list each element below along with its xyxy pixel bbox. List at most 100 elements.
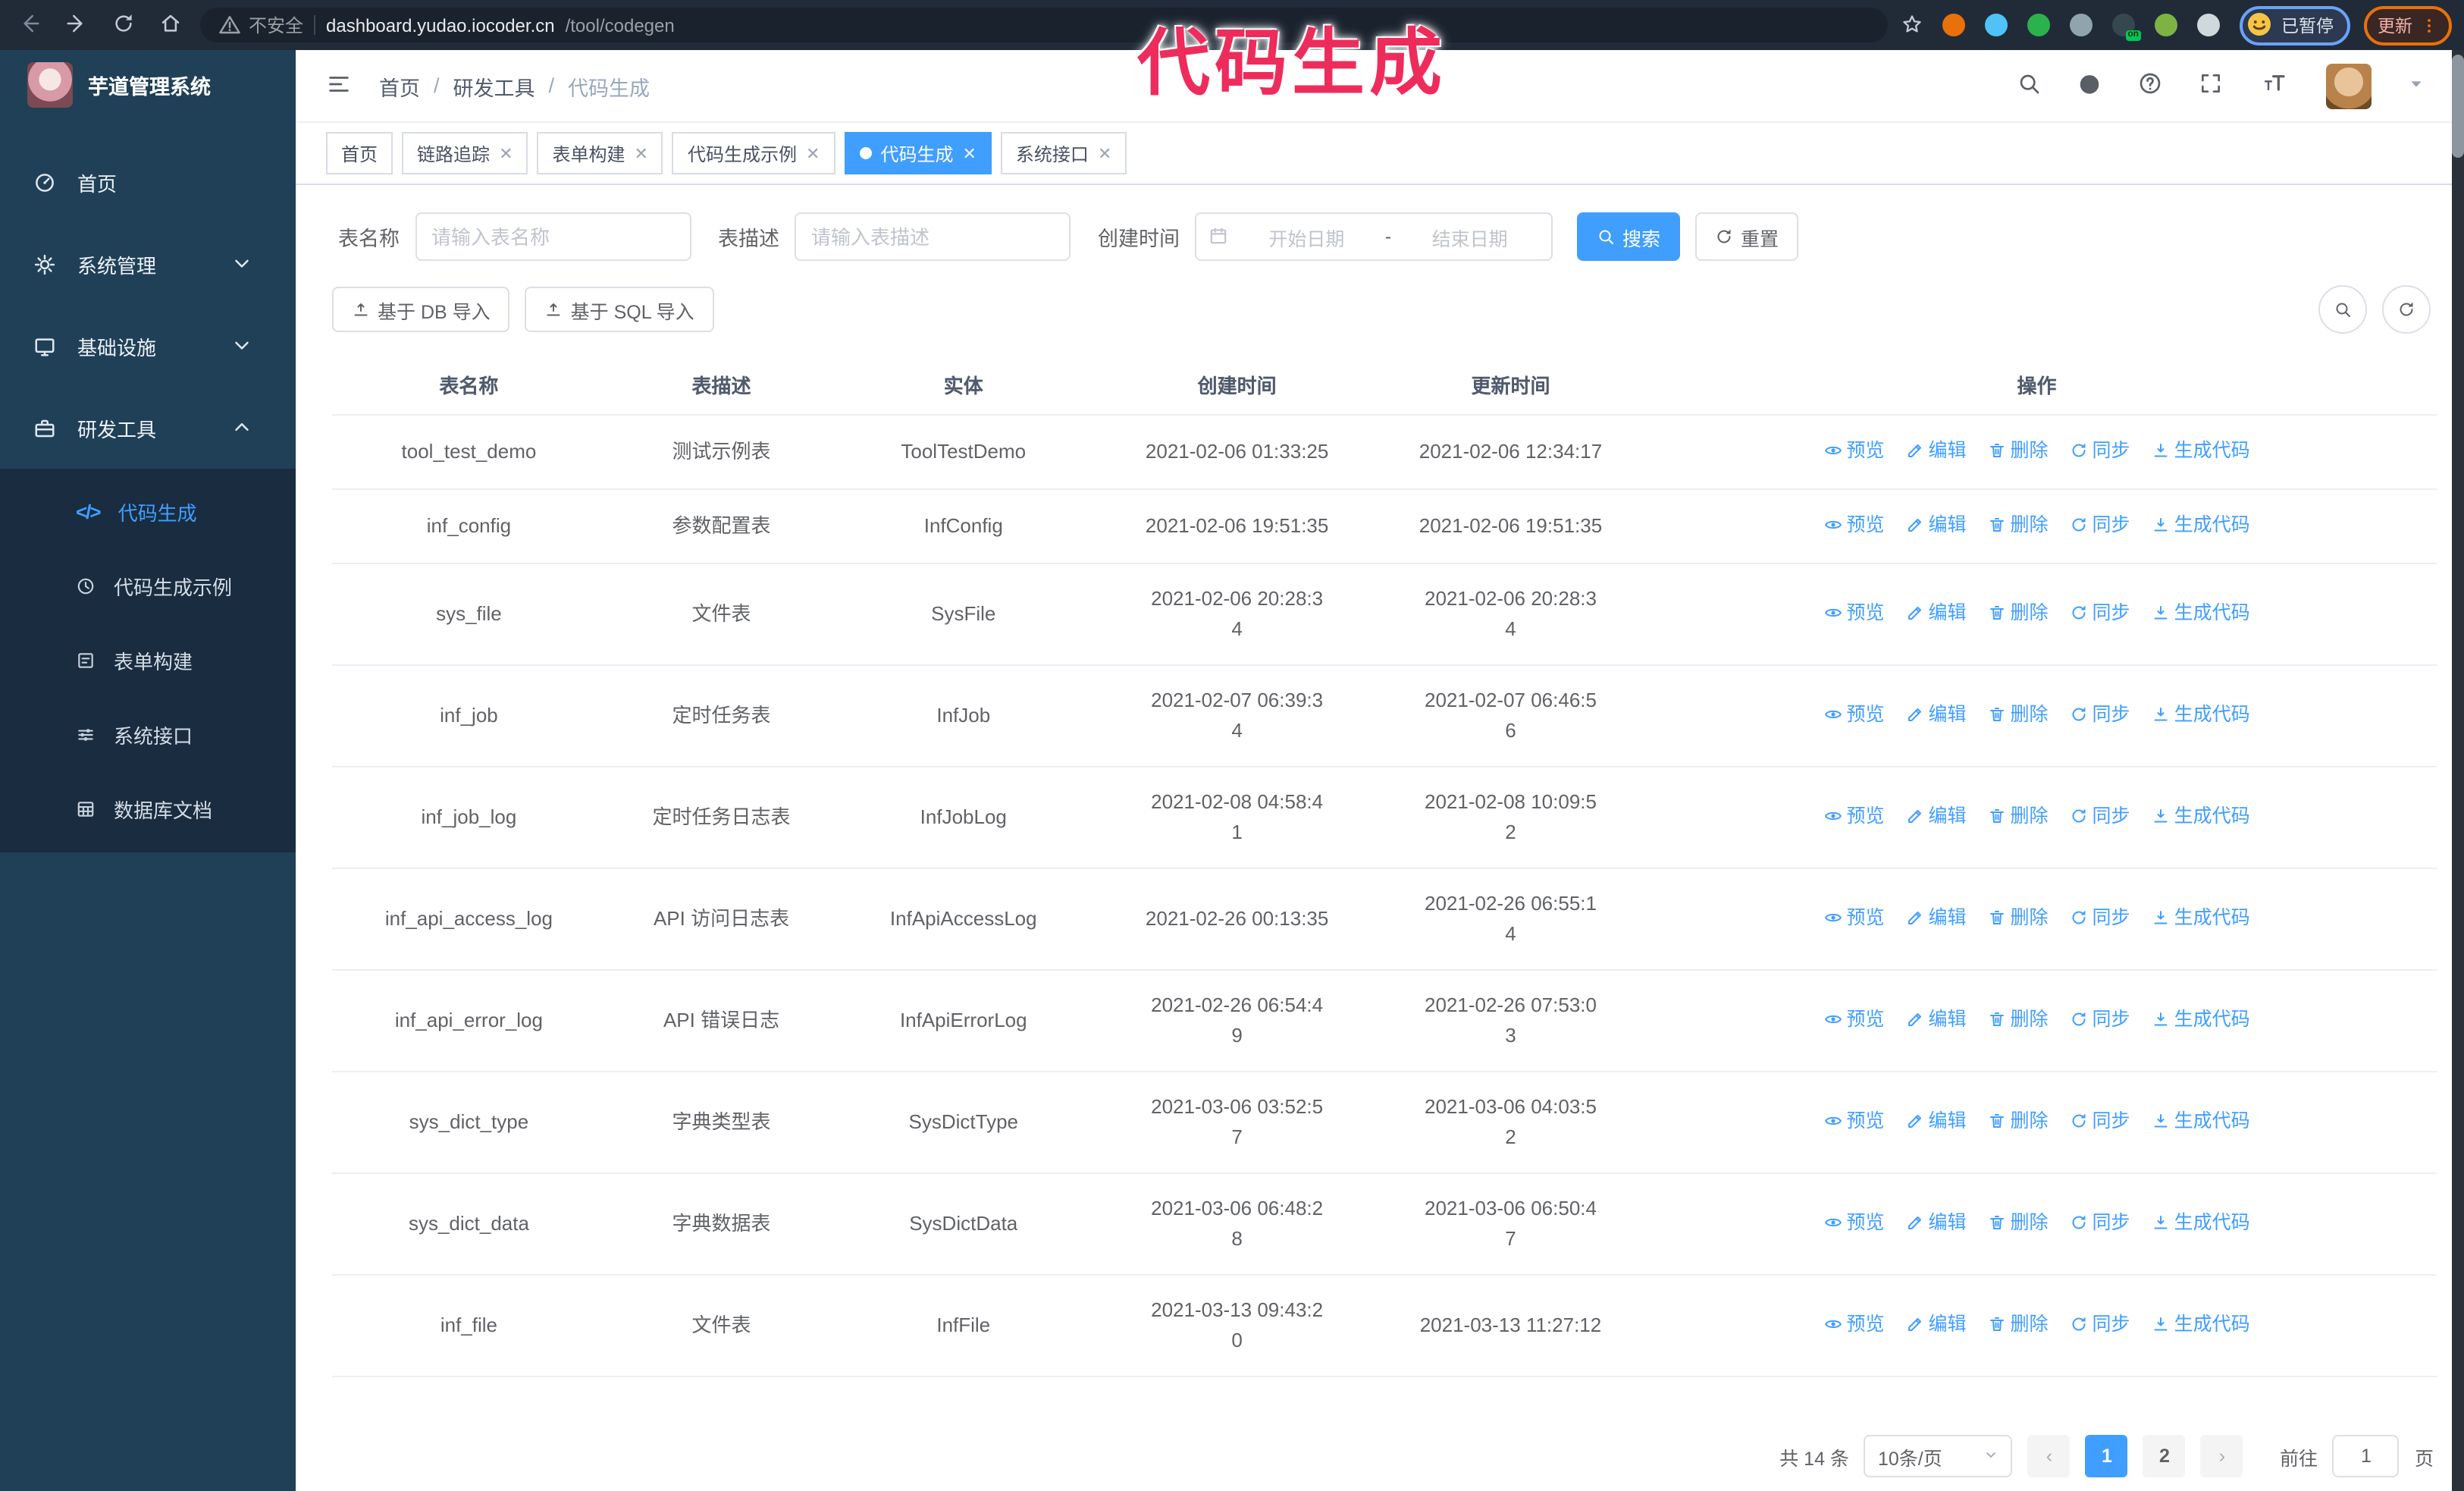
生成代码-link[interactable]: 生成代码 [2152, 801, 2250, 831]
reset-button[interactable]: 重置 [1695, 212, 1799, 261]
close-icon[interactable]: ✕ [962, 143, 976, 163]
github-icon[interactable] [2077, 71, 2102, 100]
tab-系统接口[interactable]: 系统接口 ✕ [1000, 132, 1127, 174]
删除-link[interactable]: 删除 [1988, 510, 2049, 540]
back-icon[interactable] [12, 12, 45, 38]
生成代码-link[interactable]: 生成代码 [2152, 1207, 2250, 1238]
sidebar-subitem-代码生成示例[interactable]: 代码生成示例 [0, 549, 296, 623]
close-icon[interactable]: ✕ [635, 143, 648, 163]
同步-link[interactable]: 同步 [2070, 1106, 2130, 1136]
ext-grid-icon[interactable] [2069, 14, 2092, 36]
tab-链路追踪[interactable]: 链路追踪 ✕ [402, 132, 528, 174]
同步-link[interactable]: 同步 [2070, 801, 2130, 831]
预览-link[interactable]: 预览 [1823, 699, 1884, 730]
编辑-link[interactable]: 编辑 [1905, 902, 1967, 933]
font-size-icon[interactable] [2259, 71, 2290, 100]
ext-dark-on-icon[interactable]: on [2111, 14, 2140, 41]
删除-link[interactable]: 删除 [1988, 801, 2049, 831]
删除-link[interactable]: 删除 [1988, 1004, 2049, 1034]
编辑-link[interactable]: 编辑 [1905, 801, 1967, 831]
import-db-button[interactable]: 基于 DB 导入 [332, 287, 510, 332]
预览-link[interactable]: 预览 [1823, 1207, 1884, 1238]
预览-link[interactable]: 预览 [1823, 598, 1884, 628]
search-icon[interactable] [2017, 71, 2041, 100]
tab-代码生成示例[interactable]: 代码生成示例 ✕ [672, 132, 835, 174]
同步-link[interactable]: 同步 [2070, 1207, 2130, 1238]
删除-link[interactable]: 删除 [1988, 598, 2049, 628]
fullscreen-icon[interactable] [2199, 71, 2223, 100]
forward-icon[interactable] [59, 12, 92, 38]
生成代码-link[interactable]: 生成代码 [2152, 1004, 2250, 1034]
breadcrumb-item[interactable]: 研发工具 [453, 71, 535, 101]
reload-icon[interactable] [106, 12, 140, 38]
close-icon[interactable]: ✕ [806, 143, 820, 163]
删除-link[interactable]: 删除 [1988, 1309, 2049, 1339]
编辑-link[interactable]: 编辑 [1905, 598, 1967, 628]
生成代码-link[interactable]: 生成代码 [2152, 1106, 2250, 1136]
同步-link[interactable]: 同步 [2070, 510, 2130, 540]
ext-green-check-icon[interactable] [2027, 14, 2049, 36]
同步-link[interactable]: 同步 [2070, 598, 2130, 628]
sidebar-item-系统管理[interactable]: 系统管理 [0, 223, 296, 305]
编辑-link[interactable]: 编辑 [1905, 1106, 1967, 1136]
ext-blue-drop-icon[interactable] [1984, 14, 2007, 36]
hamburger-icon[interactable] [326, 71, 352, 101]
删除-link[interactable]: 删除 [1988, 1207, 2049, 1238]
同步-link[interactable]: 同步 [2070, 699, 2130, 730]
预览-link[interactable]: 预览 [1823, 1004, 1884, 1034]
prev-page-button[interactable]: ‹ [2027, 1435, 2071, 1477]
refresh-table-button[interactable] [2382, 285, 2431, 334]
sidebar-subitem-数据库文档[interactable]: 数据库文档 [0, 772, 296, 846]
goto-page-input[interactable] [2332, 1435, 2400, 1477]
home-icon[interactable] [153, 12, 187, 38]
ext-puzzle-icon[interactable] [2196, 14, 2219, 36]
sidebar-item-研发工具[interactable]: 研发工具 [0, 387, 296, 469]
编辑-link[interactable]: 编辑 [1905, 435, 1967, 466]
生成代码-link[interactable]: 生成代码 [2152, 1309, 2250, 1339]
ext-orange-icon[interactable] [1942, 14, 1964, 36]
address-bar[interactable]: 不安全 dashboard.yudao.iocoder.cn/tool/code… [200, 8, 1887, 42]
生成代码-link[interactable]: 生成代码 [2152, 598, 2250, 628]
profile-chip[interactable]: 已暂停 [2239, 5, 2350, 45]
import-sql-button[interactable]: 基于 SQL 导入 [525, 287, 714, 332]
sidebar-item-首页[interactable]: 首页 [0, 141, 296, 223]
生成代码-link[interactable]: 生成代码 [2152, 902, 2250, 933]
caret-down-icon[interactable] [2408, 76, 2425, 95]
search-button[interactable]: 搜索 [1577, 212, 1681, 261]
同步-link[interactable]: 同步 [2070, 435, 2130, 466]
page-button-2[interactable]: 2 [2143, 1435, 2186, 1477]
user-avatar[interactable] [2326, 63, 2372, 108]
sidebar-subitem-表单构建[interactable]: 表单构建 [0, 623, 296, 698]
预览-link[interactable]: 预览 [1823, 801, 1884, 831]
table-name-input[interactable] [415, 212, 691, 261]
同步-link[interactable]: 同步 [2070, 1004, 2130, 1034]
tab-表单构建[interactable]: 表单构建 ✕ [537, 132, 663, 174]
删除-link[interactable]: 删除 [1988, 435, 2049, 466]
预览-link[interactable]: 预览 [1823, 1106, 1884, 1136]
sidebar-subitem-系统接口[interactable]: 系统接口 [0, 698, 296, 772]
编辑-link[interactable]: 编辑 [1905, 1004, 1967, 1034]
update-button[interactable]: 更新 [2364, 5, 2452, 45]
bookmark-star-icon[interactable] [1901, 13, 1922, 37]
breadcrumb-item[interactable]: 首页 [379, 71, 420, 101]
toggle-search-button[interactable] [2318, 285, 2367, 334]
more-vertical-icon[interactable] [2420, 16, 2438, 34]
close-icon[interactable]: ✕ [1098, 143, 1111, 163]
生成代码-link[interactable]: 生成代码 [2152, 435, 2250, 466]
生成代码-link[interactable]: 生成代码 [2152, 510, 2250, 540]
编辑-link[interactable]: 编辑 [1905, 699, 1967, 730]
sidebar-subitem-代码生成[interactable]: </> 代码生成 [0, 475, 296, 549]
预览-link[interactable]: 预览 [1823, 510, 1884, 540]
预览-link[interactable]: 预览 [1823, 902, 1884, 933]
date-range-picker[interactable]: 开始日期 - 结束日期 [1195, 212, 1553, 261]
help-icon[interactable] [2138, 71, 2162, 100]
编辑-link[interactable]: 编辑 [1905, 510, 1967, 540]
预览-link[interactable]: 预览 [1823, 1309, 1884, 1339]
生成代码-link[interactable]: 生成代码 [2152, 699, 2250, 730]
scrollbar-thumb[interactable] [2452, 55, 2464, 158]
next-page-button[interactable]: › [2200, 1435, 2243, 1477]
删除-link[interactable]: 删除 [1988, 699, 2049, 730]
sidebar-item-基础设施[interactable]: 基础设施 [0, 305, 296, 387]
tab-代码生成[interactable]: 代码生成 ✕ [844, 132, 992, 174]
删除-link[interactable]: 删除 [1988, 902, 2049, 933]
